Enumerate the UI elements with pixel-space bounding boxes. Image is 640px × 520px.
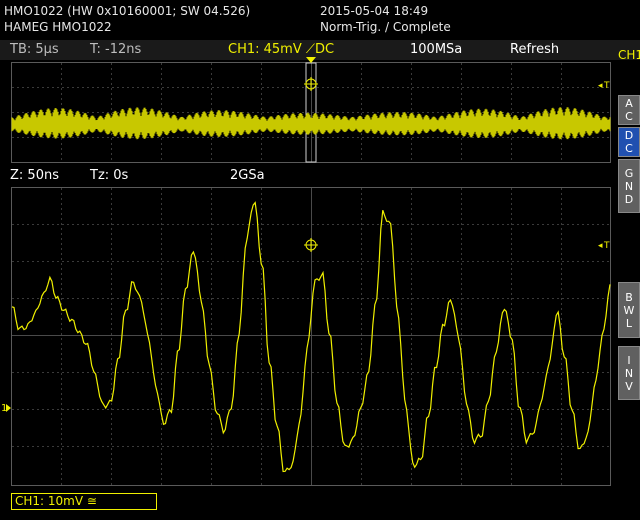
trigger-point-marker-zoom[interactable] [304,238,318,252]
zoom-window-grid [11,187,611,486]
coupling-gnd-button[interactable]: GND [618,159,640,213]
coupling-dc-button[interactable]: DC [618,127,640,157]
channel-ground-marker[interactable]: 1 [1,403,11,414]
invert-button[interactable]: INV [618,346,640,400]
channel-1-label: CH1 [618,48,640,62]
svg-text:◂: ◂ [598,241,603,251]
bandwidth-limit-button[interactable]: BWL [618,282,640,338]
svg-text:◂: ◂ [598,81,603,91]
trigger-level-label-main: T [603,81,610,91]
scope-display: ◂ T ◂ T 1 [1,57,611,486]
channel-1-scale-status[interactable]: CH1: 10mV ≅ [11,493,157,510]
trigger-level-label-zoom: T [603,241,610,251]
trigger-level-marker-zoom[interactable]: ◂ T [598,241,610,251]
coupling-ac-button[interactable]: AC [618,95,640,125]
trigger-level-marker-main[interactable]: ◂ T [598,81,610,91]
